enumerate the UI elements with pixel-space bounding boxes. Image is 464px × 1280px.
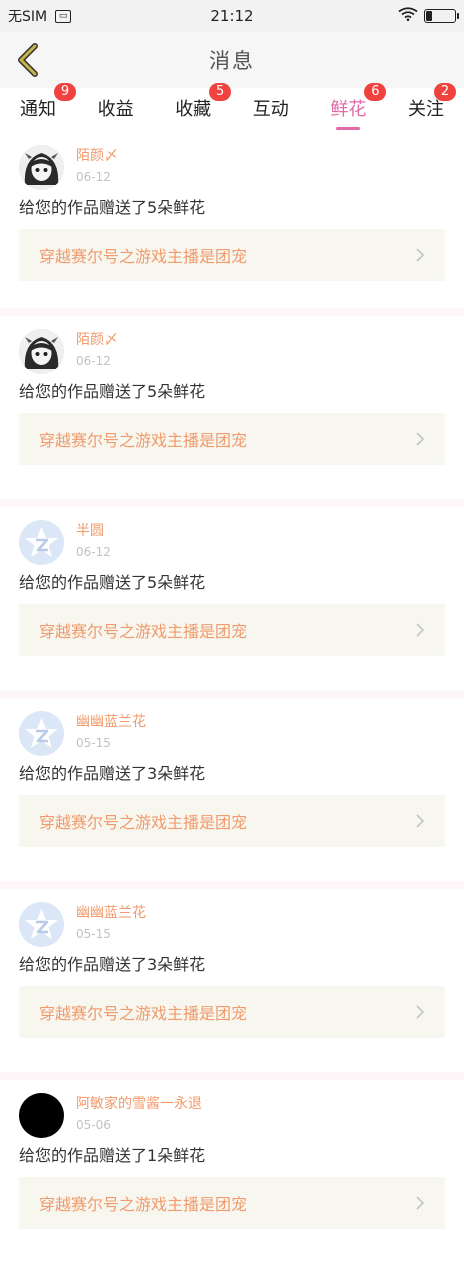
message-date: 06-12 (76, 170, 111, 184)
message-text: 给您的作品赠送了3朵鲜花 (19, 764, 206, 783)
message-text: 给您的作品赠送了1朵鲜花 (19, 1146, 206, 1165)
tab-label: 关注 (407, 99, 444, 120)
tab-notice[interactable]: 通知 9 (20, 83, 76, 132)
username[interactable]: 陌颜〆 (76, 147, 118, 165)
avatar[interactable] (19, 145, 64, 190)
message-meta: 陌颜〆 06-12 (76, 329, 118, 370)
tab-earnings[interactable]: 收益 (98, 95, 134, 132)
avatar[interactable] (19, 711, 64, 756)
chevron-right-icon (415, 247, 425, 263)
message-list: 陌颜〆 06-12 给您的作品赠送了5朵鲜花 穿越赛尔号之游戏主播是团宠 陌颜〆 06-1… (0, 132, 464, 1263)
back-button[interactable] (10, 40, 46, 80)
work-link[interactable]: 穿越赛尔号之游戏主播是团宠 (19, 229, 445, 281)
work-link[interactable]: 穿越赛尔号之游戏主播是团宠 (19, 1177, 445, 1229)
avatar[interactable] (19, 1093, 64, 1138)
message-card: 阿敏家的雪酱一永退 05-06 给您的作品赠送了1朵鲜花穿越赛尔号之游戏主播是团宠 (0, 1080, 464, 1263)
username[interactable]: 幽幽蓝兰花 (76, 904, 146, 922)
tab-flowers[interactable]: 鲜花 6 (330, 83, 387, 132)
username[interactable]: 半圆 (76, 522, 111, 540)
tab-label: 鲜花 (330, 99, 367, 120)
message-date: 05-15 (76, 927, 111, 941)
avatar[interactable] (19, 329, 64, 374)
work-title: 穿越赛尔号之游戏主播是团宠 (39, 1195, 248, 1214)
unread-count-badge: 9 (54, 83, 76, 101)
chevron-right-icon (415, 1004, 425, 1020)
message-text: 给您的作品赠送了3朵鲜花 (19, 955, 206, 974)
tab-label: 通知 (20, 99, 56, 120)
message-header: 陌颜〆 06-12 (19, 132, 445, 191)
tab-favorites[interactable]: 收藏 5 (175, 83, 232, 132)
chevron-right-icon (415, 813, 425, 829)
chevron-right-icon (415, 1195, 425, 1211)
unread-count-badge: 2 (433, 83, 456, 101)
message-text: 给您的作品赠送了5朵鲜花 (19, 198, 206, 217)
username[interactable]: 陌颜〆 (76, 331, 118, 349)
message-card: 幽幽蓝兰花 05-15 给您的作品赠送了3朵鲜花穿越赛尔号之游戏主播是团宠 (0, 698, 464, 881)
work-link[interactable]: 穿越赛尔号之游戏主播是团宠 (19, 413, 445, 465)
message-date: 06-12 (76, 545, 111, 559)
avatar[interactable] (19, 520, 64, 565)
page-title: 消息 (209, 49, 255, 73)
message-date: 05-06 (76, 1118, 111, 1132)
username[interactable]: 阿敏家的雪酱一永退 (76, 1095, 202, 1113)
message-meta: 幽幽蓝兰花 05-15 (76, 711, 146, 752)
battery-icon (424, 9, 459, 23)
tab-label: 互动 (252, 99, 289, 120)
active-tab-indicator (336, 127, 361, 130)
message-header: 陌颜〆 06-12 (19, 316, 445, 375)
work-title: 穿越赛尔号之游戏主播是团宠 (39, 247, 248, 266)
tab-bar: 通知 9 收益 收藏 5 互动 鲜花 6 关注 2 (0, 83, 464, 132)
unread-count-badge: 5 (209, 83, 232, 101)
work-title: 穿越赛尔号之游戏主播是团宠 (39, 622, 248, 641)
message-header: 幽幽蓝兰花 05-15 (19, 698, 445, 757)
message-date: 06-12 (76, 354, 111, 368)
message-text: 给您的作品赠送了5朵鲜花 (19, 382, 206, 401)
unread-count-badge: 6 (364, 83, 387, 101)
avatar[interactable] (19, 902, 64, 947)
message-meta: 幽幽蓝兰花 05-15 (76, 902, 146, 943)
message-card: 陌颜〆 06-12 给您的作品赠送了5朵鲜花穿越赛尔号之游戏主播是团宠 (0, 316, 464, 499)
work-title: 穿越赛尔号之游戏主播是团宠 (39, 813, 248, 832)
work-link[interactable]: 穿越赛尔号之游戏主播是团宠 (19, 604, 445, 656)
message-card: 陌颜〆 06-12 给您的作品赠送了5朵鲜花穿越赛尔号之游戏主播是团宠 (0, 132, 464, 308)
message-text: 给您的作品赠送了5朵鲜花 (19, 573, 206, 592)
work-link[interactable]: 穿越赛尔号之游戏主播是团宠 (19, 795, 445, 847)
chevron-left-icon (18, 43, 38, 77)
username[interactable]: 幽幽蓝兰花 (76, 713, 146, 731)
tab-interaction[interactable]: 互动 (253, 95, 289, 132)
sim-card-icon: ▭ (55, 9, 72, 23)
tab-label: 收藏 (175, 99, 212, 120)
message-date: 05-15 (76, 736, 111, 750)
message-card: 半圆 06-12 给您的作品赠送了5朵鲜花穿越赛尔号之游戏主播是团宠 (0, 507, 464, 690)
tab-label: 收益 (97, 99, 134, 120)
message-header: 幽幽蓝兰花 05-15 (19, 889, 445, 948)
work-title: 穿越赛尔号之游戏主播是团宠 (39, 431, 248, 450)
message-header: 阿敏家的雪酱一永退 05-06 (19, 1080, 445, 1139)
status-bar: 无SIM ▭ 21:12 (0, 0, 464, 32)
message-meta: 陌颜〆 06-12 (76, 145, 118, 186)
chevron-right-icon (415, 431, 425, 447)
tab-follow[interactable]: 关注 2 (407, 83, 456, 132)
message-meta: 阿敏家的雪酱一永退 05-06 (76, 1093, 202, 1134)
nav-bar: 消息 (0, 32, 464, 88)
wifi-icon (398, 7, 418, 25)
message-meta: 半圆 06-12 (76, 520, 111, 561)
carrier-label: 无SIM (8, 9, 48, 25)
message-card: 幽幽蓝兰花 05-15 给您的作品赠送了3朵鲜花穿越赛尔号之游戏主播是团宠 (0, 889, 464, 1072)
work-link[interactable]: 穿越赛尔号之游戏主播是团宠 (19, 986, 445, 1038)
work-title: 穿越赛尔号之游戏主播是团宠 (39, 1004, 248, 1023)
message-header: 半圆 06-12 (19, 507, 445, 566)
chevron-right-icon (415, 622, 425, 638)
